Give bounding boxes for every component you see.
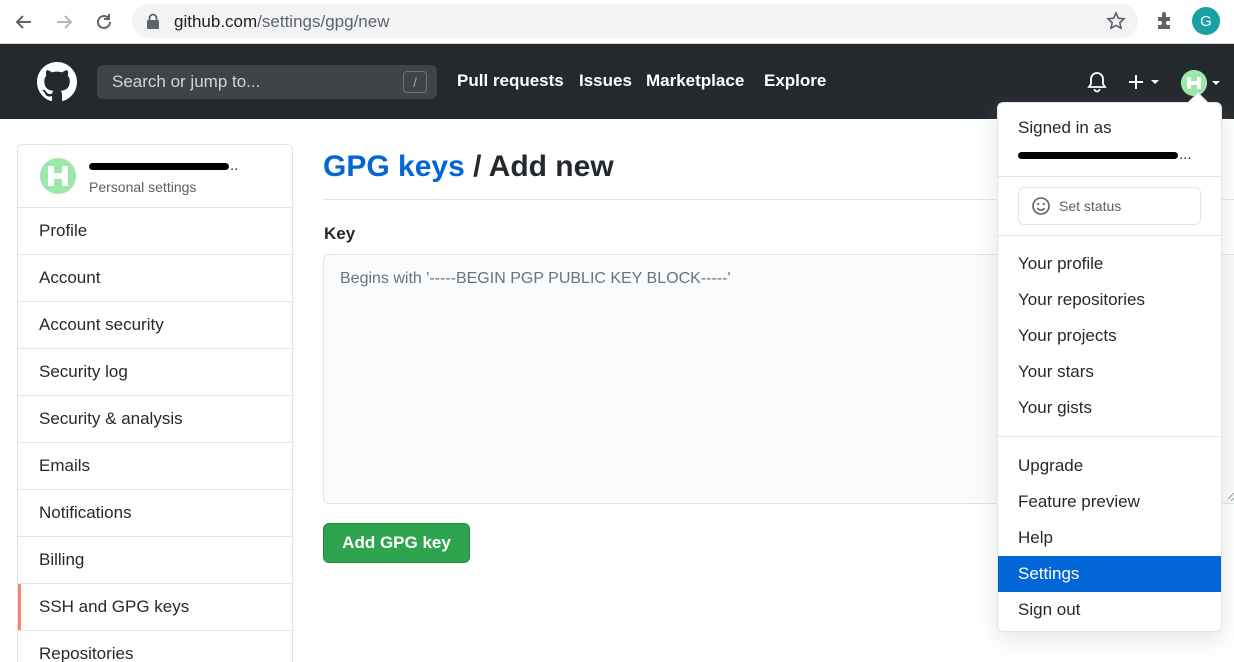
sidebar-item-profile[interactable]: Profile bbox=[18, 208, 292, 255]
lock-icon bbox=[147, 13, 159, 29]
nav-marketplace[interactable]: Marketplace bbox=[646, 71, 744, 91]
forward-button[interactable] bbox=[50, 8, 78, 36]
dropdown-username-redacted: ... bbox=[1018, 144, 1192, 164]
search-placeholder: Search or jump to... bbox=[112, 72, 261, 91]
sidebar-item-emails[interactable]: Emails bbox=[18, 443, 292, 490]
arrow-right-icon bbox=[57, 15, 73, 29]
page-title-rest: / Add new bbox=[464, 150, 614, 183]
menu-settings[interactable]: Settings bbox=[998, 556, 1221, 592]
browser-profile-avatar[interactable]: G bbox=[1192, 7, 1220, 35]
address-bar[interactable]: github.com/settings/gpg/new bbox=[132, 4, 1138, 38]
username-redacted[interactable]: .. bbox=[89, 157, 238, 175]
signed-in-as-label: Signed in as bbox=[1018, 118, 1112, 137]
identicon-icon bbox=[40, 158, 76, 194]
dropdown-divider bbox=[998, 436, 1221, 437]
avatar bbox=[1181, 70, 1207, 96]
arrow-left-icon bbox=[15, 15, 31, 29]
github-octocat-icon[interactable] bbox=[37, 62, 77, 102]
browser-toolbar: github.com/settings/gpg/new G bbox=[0, 0, 1234, 44]
settings-sidebar: .. Personal settings Profile Account Acc… bbox=[17, 144, 293, 662]
sidebar-item-security-analysis[interactable]: Security & analysis bbox=[18, 396, 292, 443]
gpg-keys-link[interactable]: GPG keys bbox=[323, 150, 465, 183]
key-label: Key bbox=[324, 224, 356, 243]
back-button[interactable] bbox=[10, 8, 38, 36]
create-new-button[interactable] bbox=[1126, 72, 1160, 92]
menu-help[interactable]: Help bbox=[998, 520, 1221, 556]
add-gpg-key-button[interactable]: Add GPG key bbox=[323, 523, 470, 563]
set-status-label: Set status bbox=[1059, 198, 1122, 214]
personal-settings-label: Personal settings bbox=[89, 179, 197, 195]
redaction-mark bbox=[1018, 152, 1178, 159]
textarea-resize-handle-icon[interactable] bbox=[1225, 489, 1234, 503]
avatar bbox=[40, 158, 76, 194]
sidebar-user-header: .. Personal settings bbox=[18, 145, 292, 208]
user-dropdown-menu: Signed in as ... Set status Your profile… bbox=[997, 92, 1222, 632]
identicon-icon bbox=[1181, 70, 1207, 96]
notifications-bell-icon[interactable] bbox=[1086, 71, 1108, 93]
sidebar-item-billing[interactable]: Billing bbox=[18, 537, 292, 584]
reload-button[interactable] bbox=[90, 8, 118, 36]
menu-sign-out[interactable]: Sign out bbox=[998, 592, 1221, 628]
search-shortcut-key: / bbox=[403, 71, 427, 93]
bookmark-star-icon[interactable] bbox=[1106, 11, 1126, 31]
extensions-puzzle-icon[interactable] bbox=[1154, 9, 1176, 31]
menu-your-stars[interactable]: Your stars bbox=[998, 354, 1221, 390]
url-text: github.com/settings/gpg/new bbox=[174, 12, 390, 31]
sidebar-item-security-log[interactable]: Security log bbox=[18, 349, 292, 396]
dropdown-divider bbox=[998, 235, 1221, 236]
dropdown-divider bbox=[998, 176, 1221, 177]
redaction-mark bbox=[89, 163, 229, 170]
nav-explore[interactable]: Explore bbox=[764, 71, 826, 91]
sidebar-item-repositories[interactable]: Repositories bbox=[18, 631, 292, 662]
key-placeholder: Begins with '-----BEGIN PGP PUBLIC KEY B… bbox=[340, 270, 731, 287]
plus-icon bbox=[1129, 75, 1143, 89]
menu-your-repositories[interactable]: Your repositories bbox=[998, 282, 1221, 318]
sidebar-item-account-security[interactable]: Account security bbox=[18, 302, 292, 349]
caret-down-icon bbox=[1212, 81, 1220, 85]
menu-your-profile[interactable]: Your profile bbox=[998, 246, 1221, 282]
nav-issues[interactable]: Issues bbox=[579, 71, 632, 91]
nav-pull-requests[interactable]: Pull requests bbox=[457, 71, 564, 91]
caret-down-icon bbox=[1151, 80, 1159, 84]
menu-upgrade[interactable]: Upgrade bbox=[998, 448, 1221, 484]
menu-feature-preview[interactable]: Feature preview bbox=[998, 484, 1221, 520]
menu-your-gists[interactable]: Your gists bbox=[998, 390, 1221, 426]
set-status-button[interactable]: Set status bbox=[1018, 187, 1201, 225]
search-input[interactable]: Search or jump to... / bbox=[97, 65, 437, 99]
sidebar-item-ssh-gpg-keys[interactable]: SSH and GPG keys bbox=[18, 584, 292, 631]
menu-your-projects[interactable]: Your projects bbox=[998, 318, 1221, 354]
reload-icon bbox=[97, 14, 111, 29]
sidebar-item-notifications[interactable]: Notifications bbox=[18, 490, 292, 537]
sidebar-item-account[interactable]: Account bbox=[18, 255, 292, 302]
user-menu-button[interactable] bbox=[1181, 70, 1221, 96]
smiley-icon bbox=[1032, 197, 1050, 215]
page-title: GPG keys / Add new bbox=[323, 150, 614, 184]
